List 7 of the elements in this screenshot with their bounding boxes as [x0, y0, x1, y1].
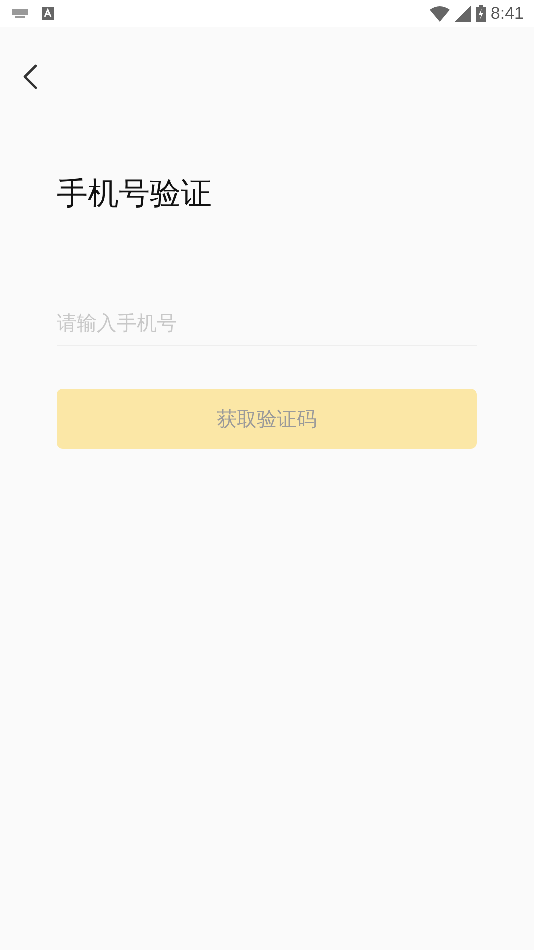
status-time: 8:41	[490, 4, 524, 24]
signal-icon	[454, 6, 471, 22]
text-icon	[42, 7, 54, 20]
battery-icon	[476, 5, 486, 22]
wifi-icon	[430, 6, 450, 22]
keyboard-icon	[12, 9, 28, 18]
page-title: 手机号验证	[57, 175, 213, 214]
